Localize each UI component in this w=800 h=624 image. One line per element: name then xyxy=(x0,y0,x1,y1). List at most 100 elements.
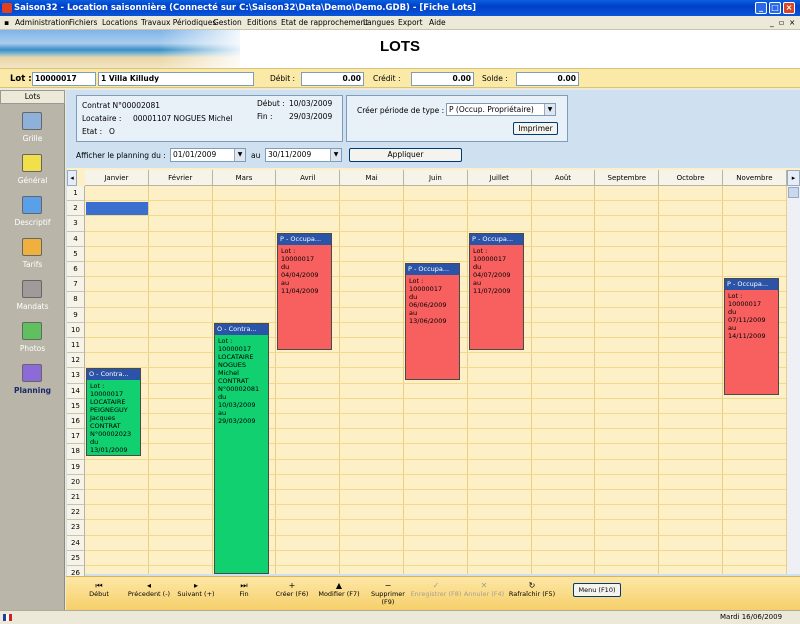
booking-line: au 29/03/2009 xyxy=(218,409,256,425)
booking-block[interactable]: P - Occupa... Lot : 10000017 du 07/11/2009… xyxy=(724,278,779,395)
booking-line: LOCATAIRE xyxy=(90,398,126,406)
menu-editions[interactable]: Editions xyxy=(247,16,277,30)
tarifs-icon xyxy=(22,238,42,256)
create-button[interactable]: + Créer (F6) xyxy=(274,581,310,598)
scroll-left-button[interactable]: ◂ xyxy=(67,170,77,186)
booking-block[interactable]: O - Contra... Lot : 10000017 LOCATAIRE NOGU… xyxy=(214,323,269,574)
sidebar-item-tarifs[interactable]: Tarifs xyxy=(0,238,65,278)
app-menu-icon[interactable]: ▪ xyxy=(4,16,9,30)
booking-details: Lot : 10000017 du 04/04/2009 au 11/04/2009 xyxy=(278,245,331,297)
mdi-minimize[interactable]: _ xyxy=(770,16,774,30)
booking-line: Lot : 10000017 xyxy=(409,277,443,293)
mdi-restore[interactable]: ▫ xyxy=(779,16,784,30)
modify-button[interactable]: ▲ Modifier (F7) xyxy=(316,581,362,598)
row-header: 5 xyxy=(67,246,85,262)
maximize-button[interactable]: □ xyxy=(769,2,781,14)
vertical-scrollbar[interactable] xyxy=(787,186,800,574)
menu-administration[interactable]: Administration xyxy=(15,16,70,30)
menu-rapprochement[interactable]: Etat de rapprochement xyxy=(281,16,368,30)
checkmark-icon: ✓ xyxy=(432,581,440,590)
app-icon xyxy=(2,3,12,13)
month-header: Avril xyxy=(276,170,341,186)
scroll-thumb[interactable] xyxy=(788,187,799,198)
menu-aide[interactable]: Aide xyxy=(429,16,446,30)
menu-langues[interactable]: Langues xyxy=(363,16,395,30)
booking-line: PEIGNEGUY xyxy=(90,406,128,414)
delete-button[interactable]: − Supprimer (F9) xyxy=(364,581,412,606)
period-type-select[interactable]: P (Occup. Propriétaire) ▼ xyxy=(446,103,556,116)
row-header: 2 xyxy=(67,201,85,217)
first-button[interactable]: ⏮ Début xyxy=(84,581,114,598)
month-header: Janvier xyxy=(85,170,149,186)
booking-block[interactable]: P - Occupa... Lot : 10000017 du 06/06/2009… xyxy=(405,263,460,380)
booking-block[interactable]: P - Occupa... Lot : 10000017 du 04/07/2009… xyxy=(469,233,524,350)
close-button[interactable]: × xyxy=(783,2,795,14)
planning-icon xyxy=(22,364,42,382)
minus-icon: − xyxy=(384,581,392,590)
lot-code-field[interactable]: 10000017 xyxy=(32,72,96,86)
refresh-icon: ↻ xyxy=(528,581,536,590)
row-header: 19 xyxy=(67,459,85,475)
lot-name-field[interactable]: 1 Villa Killudy xyxy=(98,72,254,86)
month-header: Octobre xyxy=(659,170,723,186)
sidebar-item-general[interactable]: Général xyxy=(0,154,65,194)
minimize-button[interactable]: _ xyxy=(755,2,767,14)
from-date-field[interactable]: 01/01/2009 ▼ xyxy=(170,148,246,162)
menu-export[interactable]: Export xyxy=(398,16,423,30)
solde-label: Solde : xyxy=(482,74,508,83)
next-button[interactable]: ▸ Suivant (+) xyxy=(176,581,216,598)
status-bar: Mardi 16/06/2009 xyxy=(0,610,800,624)
sidebar-item-descriptif[interactable]: Descriptif xyxy=(0,196,65,236)
title-bar: Saison32 - Location saisonnière (Connect… xyxy=(0,0,800,16)
menu-travaux[interactable]: Travaux Périodiques xyxy=(141,16,216,30)
calendar-dropdown-icon[interactable]: ▼ xyxy=(330,149,341,161)
menu-button[interactable]: Menu (F10) xyxy=(573,583,621,597)
row-header: 3 xyxy=(67,216,85,232)
booking-title: O - Contra... xyxy=(87,369,140,380)
previous-button[interactable]: ◂ Précedent (-) xyxy=(126,581,172,598)
booking-title: P - Occupa... xyxy=(278,234,331,245)
sidebar-item-label: Grille xyxy=(22,134,43,143)
month-header: Août xyxy=(531,170,596,186)
solde-value: 0.00 xyxy=(516,72,579,86)
scroll-right-button[interactable]: ▸ xyxy=(787,170,800,186)
menu-gestion[interactable]: Gestion xyxy=(213,16,242,30)
sidebar-item-grille[interactable]: Grille xyxy=(0,112,65,152)
page-title: LOTS xyxy=(380,38,420,55)
sidebar-item-label: Descriptif xyxy=(14,218,51,227)
menu-fichiers[interactable]: Fichiers xyxy=(69,16,97,30)
last-button[interactable]: ⏭ Fin xyxy=(230,581,258,598)
selected-cell[interactable] xyxy=(86,202,148,216)
previous-icon: ◂ xyxy=(146,581,151,590)
booking-line: du 04/04/2009 xyxy=(281,263,319,279)
first-icon: ⏮ xyxy=(95,581,103,590)
flag-icon xyxy=(3,614,12,621)
row-header: 17 xyxy=(67,429,85,445)
print-button[interactable]: Imprimer xyxy=(513,122,558,135)
end-label: Fin : xyxy=(257,112,273,121)
sidebar-item-mandats[interactable]: Mandats xyxy=(0,280,65,320)
save-button[interactable]: ✓ Enregistrer (F8) xyxy=(410,581,462,598)
cancel-button[interactable]: ✕ Annuler (F4) xyxy=(462,581,506,598)
row-header: 1 xyxy=(67,186,85,202)
sidebar-item-photos[interactable]: Photos xyxy=(0,322,65,362)
apply-button[interactable]: Appliquer xyxy=(349,148,462,162)
planning-range-label: Afficher le planning du : xyxy=(76,151,166,160)
booking-block[interactable]: P - Occupa... Lot : 10000017 du 04/04/2009… xyxy=(277,233,332,350)
mdi-close[interactable]: × xyxy=(789,16,795,30)
sidebar-item-label: Mandats xyxy=(16,302,49,311)
menu-locations[interactable]: Locations xyxy=(102,16,138,30)
row-header: 18 xyxy=(67,444,85,460)
to-date-field[interactable]: 30/11/2009 ▼ xyxy=(265,148,342,162)
calendar-dropdown-icon[interactable]: ▼ xyxy=(234,149,245,161)
next-icon: ▸ xyxy=(193,581,198,590)
booking-line: du 06/06/2009 xyxy=(409,293,447,309)
chevron-down-icon: ▼ xyxy=(544,104,555,115)
sidebar-item-planning[interactable]: Planning xyxy=(0,364,65,404)
booking-block[interactable]: O - Contra... Lot : 10000017 LOCATAIRE PEIG… xyxy=(86,368,141,456)
booking-line: au 11/04/2009 xyxy=(281,279,319,295)
refresh-button[interactable]: ↻ Rafraîchir (F5) xyxy=(508,581,556,598)
start-label: Début : xyxy=(257,99,285,108)
grid-icon xyxy=(22,112,42,130)
row-header: 16 xyxy=(67,414,85,430)
